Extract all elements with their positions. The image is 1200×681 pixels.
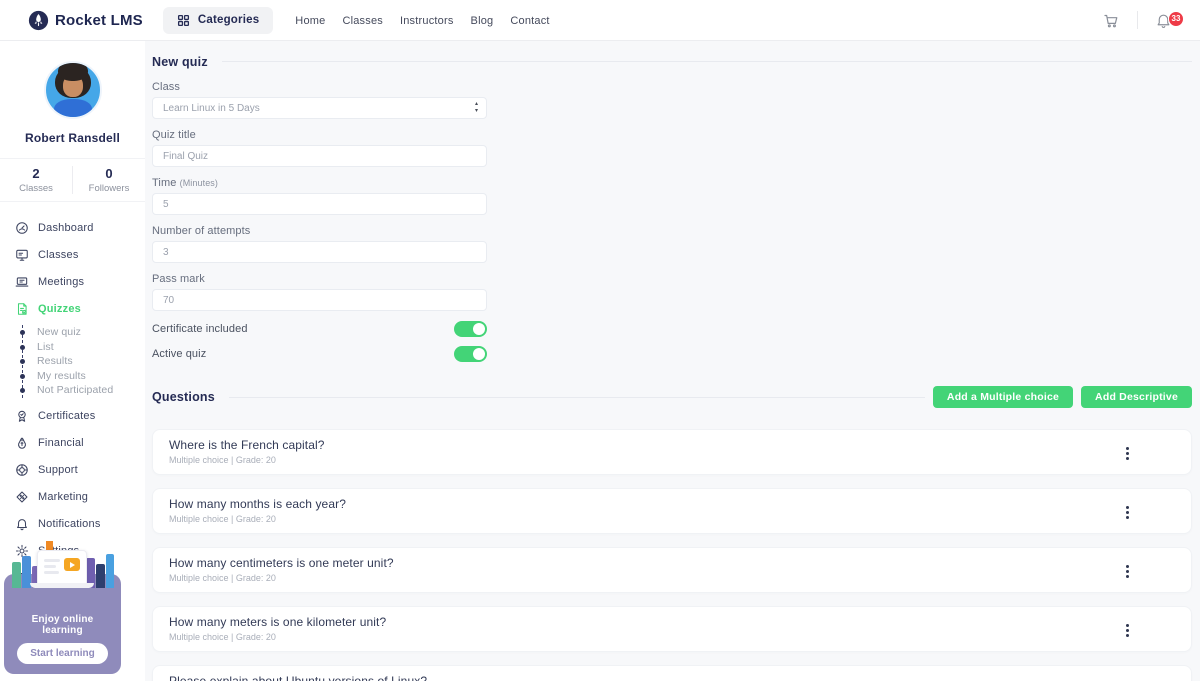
sidebar: Robert Ransdell 2 Classes 0 Followers Da… [0, 41, 145, 681]
main-content: New quiz Class Learn Linux in 5 Days ▴▾ … [145, 41, 1200, 681]
top-header: Rocket LMS Categories Home Classes Instr… [0, 0, 1200, 41]
rocket-icon [28, 10, 49, 31]
profile-name: Robert Ransdell [0, 131, 145, 145]
time-label: Time (Minutes) [152, 177, 487, 189]
sidebar-item-support[interactable]: Support [0, 457, 145, 484]
submenu-my-results[interactable]: My results [23, 369, 145, 384]
sidebar-item-notifications[interactable]: Notifications [0, 511, 145, 538]
active-quiz-toggle[interactable] [454, 346, 487, 362]
question-menu-icon[interactable] [1119, 445, 1135, 463]
header-divider [1137, 11, 1138, 29]
stat-followers: 0 Followers [72, 166, 145, 194]
quiz-title-input[interactable] [152, 145, 487, 167]
notification-badge: 33 [1168, 11, 1184, 27]
brand-name: Rocket LMS [55, 12, 143, 29]
brand-logo[interactable]: Rocket LMS [28, 10, 143, 31]
promo-card: Enjoy online learning Start learning [4, 574, 121, 674]
nav-blog[interactable]: Blog [471, 15, 494, 27]
sidebar-item-dashboard[interactable]: Dashboard [0, 214, 145, 241]
start-learning-button[interactable]: Start learning [17, 643, 107, 664]
question-menu-icon[interactable] [1119, 563, 1135, 581]
categories-button[interactable]: Categories [163, 7, 273, 34]
classes-icon [15, 248, 29, 262]
sidebar-item-classes[interactable]: Classes [0, 241, 145, 268]
pass-mark-label: Pass mark [152, 273, 487, 285]
submenu-not-participated[interactable]: Not Participated [23, 383, 145, 398]
cart-icon[interactable] [1102, 11, 1120, 29]
question-card: How many meters is one kilometer unit? M… [152, 606, 1192, 652]
promo-text: Enjoy online learning [10, 614, 115, 636]
question-card: How many months is each year? Multiple c… [152, 488, 1192, 534]
learning-illustration-icon [4, 548, 121, 610]
sidebar-item-certificates[interactable]: Certificates [0, 403, 145, 430]
profile-stats: 2 Classes 0 Followers [0, 158, 145, 202]
question-card: Where is the French capital? Multiple ch… [152, 429, 1192, 475]
marketing-icon [15, 490, 29, 504]
support-icon [15, 463, 29, 477]
submenu-new-quiz[interactable]: New quiz [23, 325, 145, 340]
class-select[interactable]: Learn Linux in 5 Days [152, 97, 487, 119]
new-quiz-title: New quiz [152, 55, 208, 69]
time-input[interactable] [152, 193, 487, 215]
sidebar-item-quizzes[interactable]: Quizzes [0, 295, 145, 322]
pass-mark-input[interactable] [152, 289, 487, 311]
class-label: Class [152, 81, 487, 93]
question-menu-icon[interactable] [1119, 622, 1135, 640]
question-card: How many centimeters is one meter unit? … [152, 547, 1192, 593]
dashboard-icon [15, 221, 29, 235]
nav-classes[interactable]: Classes [342, 15, 383, 27]
quizzes-icon [15, 302, 29, 316]
questions-title: Questions [152, 390, 215, 404]
sidebar-item-meetings[interactable]: Meetings [0, 268, 145, 295]
nav-contact[interactable]: Contact [510, 15, 549, 27]
add-multiple-choice-button[interactable]: Add a Multiple choice [933, 386, 1073, 408]
grid-icon [177, 14, 190, 27]
section-divider [222, 61, 1192, 62]
avatar[interactable] [44, 61, 102, 119]
question-menu-icon[interactable] [1119, 504, 1135, 522]
section-divider [229, 397, 925, 398]
attempts-input[interactable] [152, 241, 487, 263]
quizzes-submenu: New quiz List Results My results Not Par… [22, 325, 145, 398]
add-descriptive-button[interactable]: Add Descriptive [1081, 386, 1192, 408]
certificate-icon [15, 409, 29, 423]
meetings-icon [15, 275, 29, 289]
main-nav: Home Classes Instructors Blog Contact [295, 11, 549, 29]
nav-home[interactable]: Home [295, 15, 325, 27]
certificate-toggle[interactable] [454, 321, 487, 337]
certificate-label: Certificate included [152, 323, 248, 335]
stat-classes: 2 Classes [0, 166, 72, 194]
quiz-title-label: Quiz title [152, 129, 487, 141]
sidebar-item-financial[interactable]: Financial [0, 430, 145, 457]
sidebar-item-marketing[interactable]: Marketing [0, 484, 145, 511]
nav-instructors[interactable]: Instructors [400, 15, 454, 27]
attempts-label: Number of attempts [152, 225, 487, 237]
financial-icon [15, 436, 29, 450]
submenu-results[interactable]: Results [23, 354, 145, 369]
question-card: Please explain about Ubuntu versions of … [152, 665, 1192, 681]
active-quiz-label: Active quiz [152, 348, 206, 360]
bell-icon [15, 517, 29, 531]
submenu-list[interactable]: List [23, 340, 145, 355]
questions-list: Where is the French capital? Multiple ch… [152, 429, 1192, 681]
